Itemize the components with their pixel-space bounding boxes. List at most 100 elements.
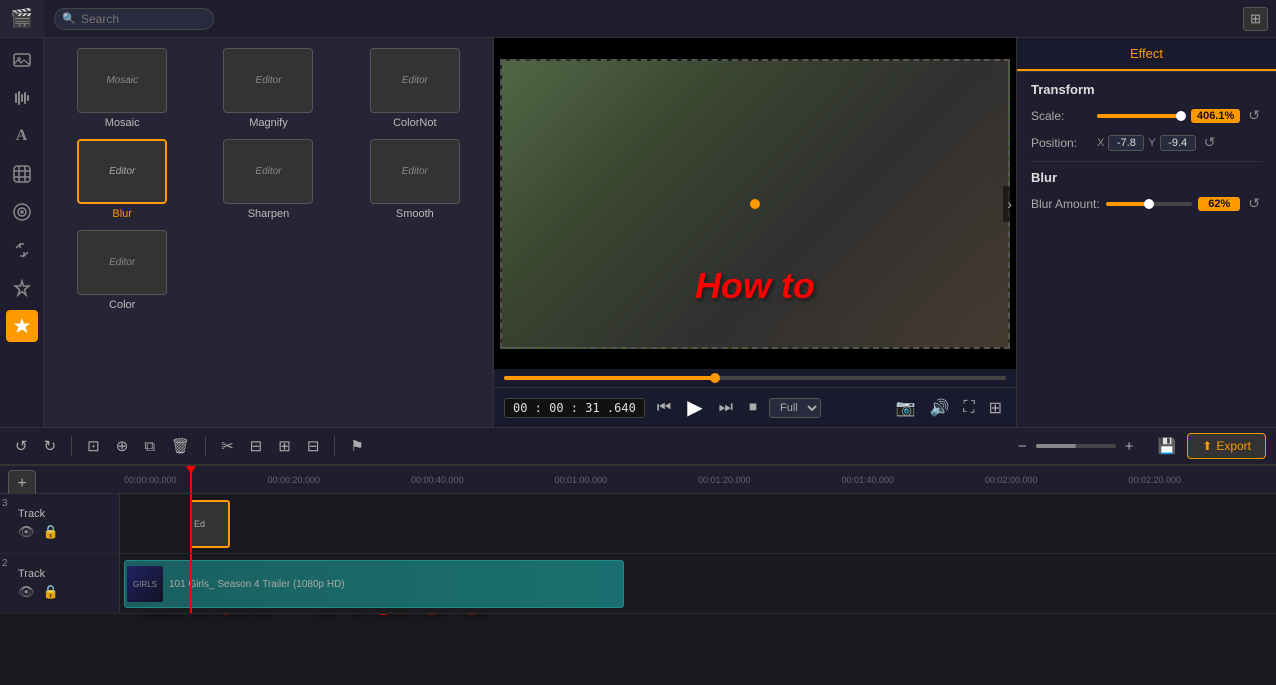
ruler-mark-7: 00:02:20.000 — [1129, 475, 1273, 485]
blur-track-clip[interactable]: Ed — [190, 500, 230, 548]
effect-magnify-editor-label: Editor — [255, 75, 281, 86]
effect-colornot-box[interactable]: Editor — [370, 48, 460, 113]
effect-magnify[interactable]: Editor Magnify — [200, 48, 336, 129]
timeline-area: + 00:00:00.000 00:00:20.000 00:00:40.000… — [0, 465, 1276, 685]
ruler-marks: 00:00:00.000 00:00:20.000 00:00:40.000 0… — [120, 475, 1276, 485]
zoom-fill — [1036, 444, 1076, 448]
export-button[interactable]: ⬆ Export — [1187, 433, 1266, 459]
effect-sharpen-editor-label: Editor — [255, 166, 281, 177]
redo-button[interactable]: ↻ — [39, 434, 62, 458]
effect-magnify-box[interactable]: Editor — [223, 48, 313, 113]
effect-blur[interactable]: Editor Blur — [54, 139, 190, 220]
blur-slider-fill — [1106, 202, 1149, 206]
transform-section: Transform Scale: 406.1% ↺ Position: X -7… — [1017, 72, 1276, 232]
layout-button[interactable]: ⊞ — [985, 396, 1006, 420]
blur-reset-button[interactable]: ↺ — [1246, 195, 1262, 212]
track-eye-icon-2[interactable]: 👁 — [18, 584, 35, 600]
screenshot-button[interactable]: 📷 — [892, 396, 920, 420]
position-reset-button[interactable]: ↺ — [1202, 134, 1218, 151]
position-row: Position: X -7.8 Y -9.4 ↺ — [1031, 134, 1262, 151]
sidebar: A — [0, 38, 44, 427]
scale-label: Scale: — [1031, 109, 1091, 123]
crop-button[interactable]: ⊞ — [273, 434, 296, 458]
sidebar-item-effects[interactable] — [6, 272, 38, 304]
sidebar-item-star[interactable] — [6, 310, 38, 342]
ruler-mark-0: 00:00:00.000 — [124, 475, 268, 485]
scale-reset-button[interactable]: ↺ — [1246, 107, 1262, 124]
effect-smooth-label: Smooth — [396, 208, 434, 220]
clip-thumb: GIRLS — [127, 566, 163, 602]
volume-button[interactable]: 🔊 — [925, 396, 953, 420]
expand-button[interactable]: › — [1003, 186, 1016, 222]
select-tool-button[interactable]: ⊡ — [82, 434, 105, 458]
controls-bar: 00 : 00 : 31 .640 ⏮ ▶ ⏭ ⏹ Full 1/2 1/4 📷… — [494, 387, 1016, 427]
zoom-slider[interactable] — [1036, 444, 1116, 448]
toolbar-sep-1 — [71, 436, 72, 456]
zoom-out-button[interactable]: − — [1013, 435, 1032, 458]
effect-color-box[interactable]: Editor — [77, 230, 167, 295]
next-frame-button[interactable]: ⏭ — [715, 397, 737, 419]
transform-title: Transform — [1031, 82, 1262, 97]
fullscreen-button[interactable]: ⛶ — [959, 396, 978, 420]
track-lock-icon-2[interactable]: 🔒 — [43, 584, 59, 600]
sidebar-item-media[interactable] — [6, 44, 38, 76]
track-lock-icon-3[interactable]: 🔒 — [43, 524, 59, 540]
quality-select[interactable]: Full 1/2 1/4 — [769, 398, 821, 418]
search-input[interactable] — [54, 8, 214, 30]
effect-color[interactable]: Editor Color — [54, 230, 190, 311]
progress-bar-area[interactable] — [494, 369, 1016, 387]
effect-mosaic[interactable]: Mosaic Mosaic — [54, 48, 190, 129]
ruler-mark-3: 00:01:00.000 — [555, 475, 699, 485]
sidebar-item-sticker[interactable] — [6, 158, 38, 190]
preview-area: How to › 00 : 00 : 31 .640 ⏮ ▶ ⏭ ⏹ Full … — [494, 38, 1016, 427]
clip-title: 101 Girls_ Season 4 Trailer (1080p HD) — [165, 579, 349, 590]
track-row-3: 3 Track 👁 🔒 Ed — [0, 494, 1276, 554]
copy-button[interactable]: ⧉ — [139, 435, 160, 458]
scale-slider[interactable] — [1097, 114, 1185, 118]
add-media-button[interactable]: ⊕ — [111, 434, 134, 458]
zoom-in-button[interactable]: + — [1120, 435, 1139, 458]
effect-mosaic-box[interactable]: Mosaic — [77, 48, 167, 113]
pos-x-value[interactable]: -7.8 — [1108, 135, 1144, 151]
progress-thumb[interactable] — [710, 373, 720, 383]
play-button[interactable]: ▶ — [683, 393, 706, 422]
effect-smooth[interactable]: Editor Smooth — [347, 139, 483, 220]
grid-view-button[interactable]: ⊞ — [1243, 7, 1268, 31]
blur-slider[interactable] — [1106, 202, 1193, 206]
track-eye-icon-3[interactable]: 👁 — [18, 524, 35, 540]
scale-row: Scale: 406.1% ↺ — [1031, 107, 1262, 124]
video-track-clip[interactable]: GIRLS 101 Girls_ Season 4 Trailer (1080p… — [124, 560, 624, 608]
effect-smooth-box[interactable]: Editor — [370, 139, 460, 204]
track-icons-2: 👁 🔒 — [8, 584, 111, 600]
effects-panel: Mosaic Mosaic Editor Magnify Editor Colo… — [44, 38, 494, 427]
playhead[interactable] — [190, 466, 192, 493]
sidebar-item-filter[interactable] — [6, 196, 38, 228]
effect-colornot[interactable]: Editor ColorNot — [347, 48, 483, 129]
tab-effect[interactable]: Effect — [1017, 38, 1276, 71]
blur-slider-thumb[interactable] — [1144, 199, 1154, 209]
progress-track[interactable] — [504, 376, 1006, 380]
save-button[interactable]: 💾 — [1153, 434, 1182, 458]
sidebar-item-text[interactable]: A — [6, 120, 38, 152]
undo-button[interactable]: ↺ — [10, 434, 33, 458]
effect-sharpen[interactable]: Editor Sharpen — [200, 139, 336, 220]
pos-y-value[interactable]: -9.4 — [1160, 135, 1196, 151]
effect-sharpen-box[interactable]: Editor — [223, 139, 313, 204]
bookmark-button[interactable]: ⚑ — [345, 434, 368, 458]
effect-blur-box[interactable]: Editor — [77, 139, 167, 204]
zoom-area: − + — [1013, 435, 1139, 458]
prev-frame-button[interactable]: ⏮ — [653, 397, 675, 419]
split-button[interactable]: ⊟ — [245, 434, 268, 458]
cut-button[interactable]: ✂ — [216, 434, 239, 458]
scale-slider-thumb[interactable] — [1176, 111, 1186, 121]
delete-button[interactable]: 🗑 — [166, 434, 195, 458]
trim-button[interactable]: ⊟ — [302, 434, 325, 458]
x-label: X — [1097, 137, 1104, 149]
timeline-tracks: Blur Video 3 Track 👁 🔒 Ed — [0, 494, 1276, 685]
stop-button[interactable]: ⏹ — [745, 397, 761, 419]
effect-colornot-label: ColorNot — [393, 117, 436, 129]
sidebar-item-transition[interactable] — [6, 234, 38, 266]
track-row-2: 2 Track 👁 🔒 GIRLS 101 Girls_ Season 4 Tr… — [0, 554, 1276, 614]
timeline-header-row: + 00:00:00.000 00:00:20.000 00:00:40.000… — [0, 466, 1276, 494]
sidebar-item-audio[interactable] — [6, 82, 38, 114]
